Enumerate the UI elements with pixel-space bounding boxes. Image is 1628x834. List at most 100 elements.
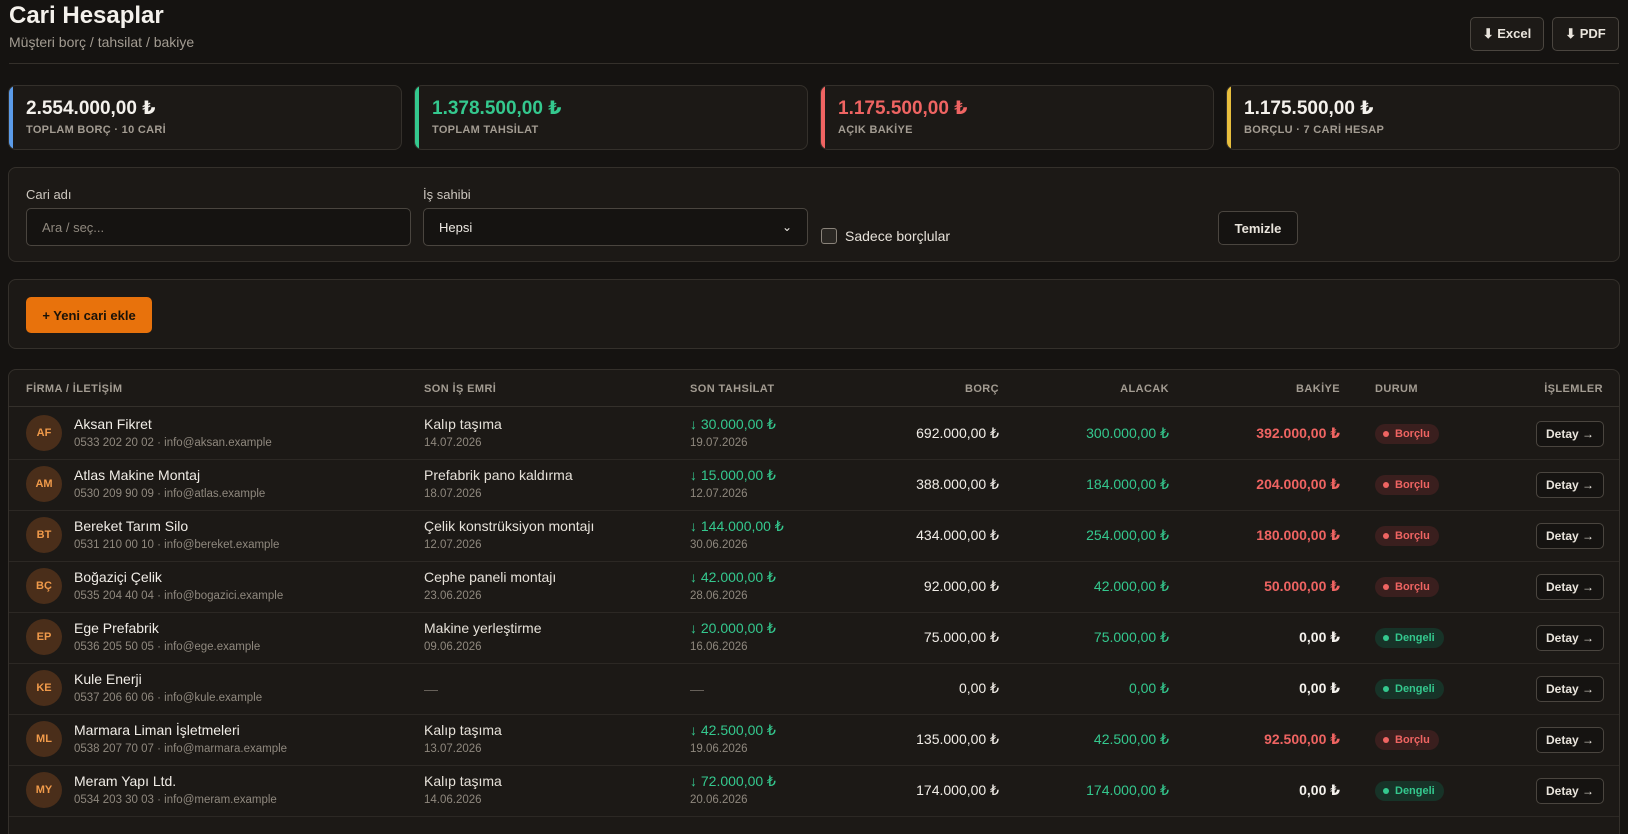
col-islemler: İŞLEMLER bbox=[1544, 383, 1603, 395]
export-pdf-button[interactable]: ⬇ PDF bbox=[1552, 17, 1619, 51]
stat-card-debtors: 1.175.500,00 ₺ BORÇLU · 7 CARİ HESAP bbox=[1226, 85, 1620, 150]
last-job-date: 13.07.2026 bbox=[424, 743, 482, 755]
last-job: Prefabrik pano kaldırma bbox=[424, 467, 573, 483]
status-label: Borçlu bbox=[1395, 428, 1430, 440]
balance-amount: 204.000,00 ₺ bbox=[1256, 476, 1340, 492]
status-label: Borçlu bbox=[1395, 530, 1430, 542]
cari-name-label: Cari adı bbox=[26, 187, 72, 202]
export-excel-button[interactable]: ⬇ Excel bbox=[1470, 17, 1544, 51]
detail-button[interactable]: Detay → bbox=[1536, 472, 1604, 498]
credit-amount: 0,00 ₺ bbox=[1128, 680, 1169, 696]
company-name: Bereket Tarım Silo bbox=[74, 518, 189, 534]
detail-button[interactable]: Detay → bbox=[1536, 727, 1604, 753]
detail-button[interactable]: Detay → bbox=[1536, 625, 1604, 651]
stat-value: 1.175.500,00 ₺ bbox=[838, 98, 968, 119]
only-debtors-checkbox[interactable]: Sadece borçlular bbox=[821, 228, 950, 244]
last-job: Makine yerleştirme bbox=[424, 620, 542, 636]
last-payment: ↓ 15.000,00 ₺ bbox=[690, 467, 776, 483]
status-badge: Borçlu bbox=[1375, 424, 1439, 444]
last-job: Kalıp taşıma bbox=[424, 416, 502, 432]
last-job-date: 12.07.2026 bbox=[424, 539, 482, 551]
avatar: MY bbox=[26, 772, 62, 808]
status-label: Borçlu bbox=[1395, 734, 1430, 746]
debt-amount: 174.000,00 ₺ bbox=[916, 782, 999, 798]
balance-amount: 0,00 ₺ bbox=[1299, 680, 1340, 696]
credit-amount: 300.000,00 ₺ bbox=[1086, 425, 1169, 441]
credit-amount: 254.000,00 ₺ bbox=[1086, 527, 1169, 543]
last-payment-date: 20.06.2026 bbox=[690, 794, 748, 806]
last-job-date: 18.07.2026 bbox=[424, 488, 482, 500]
credit-amount: 42.500,00 ₺ bbox=[1093, 731, 1169, 747]
page-header: Cari Hesaplar Müşteri borç / tahsilat / … bbox=[9, 0, 1619, 64]
stat-card-total-debt: 2.554.000,00 ₺ TOPLAM BORÇ · 10 CARİ bbox=[8, 85, 402, 150]
last-payment-date: 19.06.2026 bbox=[690, 743, 748, 755]
table-row[interactable]: BT Bereket Tarım Silo 0531 210 00 10 · inf… bbox=[9, 509, 1619, 562]
company-contact: 0533 202 20 02 · info@aksan.example bbox=[74, 437, 272, 449]
avatar: ML bbox=[26, 721, 62, 757]
detail-button[interactable]: Detay → bbox=[1536, 523, 1604, 549]
col-durum[interactable]: DURUM bbox=[1375, 383, 1418, 395]
last-payment-date: 28.06.2026 bbox=[690, 590, 748, 602]
last-payment: ↓ 72.000,00 ₺ bbox=[690, 773, 776, 789]
last-payment: ↓ 20.000,00 ₺ bbox=[690, 620, 776, 636]
checkbox-box[interactable] bbox=[821, 228, 837, 244]
last-job: Çelik konstrüksiyon montajı bbox=[424, 518, 595, 534]
detail-button[interactable]: Detay → bbox=[1536, 421, 1604, 447]
clear-filters-button[interactable]: Temizle bbox=[1218, 211, 1298, 245]
status-label: Dengeli bbox=[1395, 683, 1435, 695]
col-son-is[interactable]: SON İŞ EMRİ bbox=[424, 383, 496, 395]
table-row[interactable]: ML Marmara Liman İşletmeleri 0538 207 70 0… bbox=[9, 713, 1619, 766]
stat-label: AÇIK BAKİYE bbox=[838, 124, 913, 136]
status-dot-icon bbox=[1383, 533, 1389, 539]
cari-search-input[interactable]: Ara / seç... bbox=[26, 208, 411, 246]
status-dot-icon bbox=[1383, 737, 1389, 743]
credit-amount: 174.000,00 ₺ bbox=[1086, 782, 1169, 798]
chevron-down-icon: ⌄ bbox=[781, 220, 792, 234]
credit-amount: 75.000,00 ₺ bbox=[1093, 629, 1169, 645]
stat-label: BORÇLU · 7 CARİ HESAP bbox=[1244, 124, 1385, 136]
table-row[interactable]: AF Aksan Fikret 0533 202 20 02 · info@aksa… bbox=[9, 407, 1619, 460]
col-borc[interactable]: BORÇ bbox=[965, 383, 999, 395]
accounts-table: FİRMA / İLETİŞİM SON İŞ EMRİ SON TAHSİLA… bbox=[8, 369, 1620, 834]
last-payment-date: 30.06.2026 bbox=[690, 539, 748, 551]
balance-amount: 0,00 ₺ bbox=[1299, 782, 1340, 798]
col-bakiye[interactable]: BAKİYE bbox=[1296, 383, 1340, 395]
detail-button[interactable]: Detay → bbox=[1536, 574, 1604, 600]
avatar: KE bbox=[26, 670, 62, 706]
table-row[interactable]: MY Meram Yapı Ltd. 0534 203 30 03 · info@m… bbox=[9, 764, 1619, 817]
last-payment-date: 19.07.2026 bbox=[690, 437, 748, 449]
debt-amount: 75.000,00 ₺ bbox=[923, 629, 999, 645]
detail-button[interactable]: Detay → bbox=[1536, 778, 1604, 804]
last-job: — bbox=[424, 681, 438, 697]
status-dot-icon bbox=[1383, 431, 1389, 437]
col-firma[interactable]: FİRMA / İLETİŞİM bbox=[26, 383, 122, 395]
stat-label: TOPLAM BORÇ · 10 CARİ bbox=[26, 124, 166, 136]
cari-search-placeholder: Ara / seç... bbox=[42, 219, 105, 235]
last-job: Kalıp taşıma bbox=[424, 722, 502, 738]
col-son-tahsilat[interactable]: SON TAHSİLAT bbox=[690, 383, 774, 395]
credit-amount: 42.000,00 ₺ bbox=[1093, 578, 1169, 594]
status-label: Dengeli bbox=[1395, 785, 1435, 797]
table-row[interactable]: AM Atlas Makine Montaj 0530 209 90 09 · in… bbox=[9, 458, 1619, 511]
avatar: AF bbox=[26, 415, 62, 451]
table-header: FİRMA / İLETİŞİM SON İŞ EMRİ SON TAHSİLA… bbox=[9, 370, 1619, 407]
debt-amount: 92.000,00 ₺ bbox=[923, 578, 999, 594]
add-cari-button[interactable]: + Yeni cari ekle bbox=[26, 297, 152, 333]
status-badge: Borçlu bbox=[1375, 577, 1439, 597]
company-contact: 0537 206 60 06 · info@kule.example bbox=[74, 692, 263, 704]
table-row[interactable]: KE Kule Enerji 0537 206 60 06 · info@kule.… bbox=[9, 662, 1619, 715]
company-contact: 0538 207 70 07 · info@marmara.example bbox=[74, 743, 288, 755]
page-subtitle: Müşteri borç / tahsilat / bakiye bbox=[9, 34, 195, 50]
last-payment-date: 12.07.2026 bbox=[690, 488, 748, 500]
debt-amount: 0,00 ₺ bbox=[958, 680, 999, 696]
status-badge: Borçlu bbox=[1375, 475, 1439, 495]
owner-select[interactable]: Hepsi ⌄ bbox=[423, 208, 808, 246]
detail-button[interactable]: Detay → bbox=[1536, 676, 1604, 702]
balance-amount: 0,00 ₺ bbox=[1299, 629, 1340, 645]
company-contact: 0534 203 30 03 · info@meram.example bbox=[74, 794, 277, 806]
status-dot-icon bbox=[1383, 482, 1389, 488]
table-row[interactable]: EP Ege Prefabrik 0536 205 50 05 · info@ege… bbox=[9, 611, 1619, 664]
stat-value: 1.175.500,00 ₺ bbox=[1244, 98, 1374, 119]
table-row[interactable]: BÇ Boğaziçi Çelik 0535 204 40 04 · info@bo… bbox=[9, 560, 1619, 613]
col-alacak[interactable]: ALACAK bbox=[1120, 383, 1169, 395]
